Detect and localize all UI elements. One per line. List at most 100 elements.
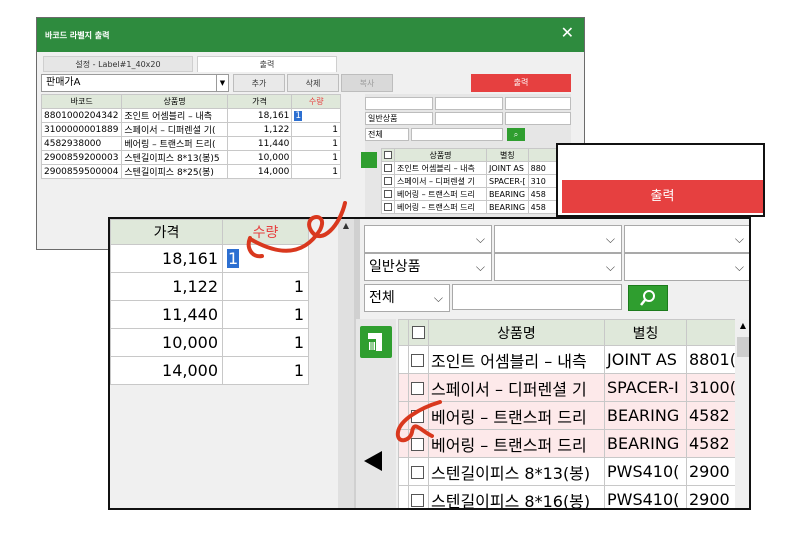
delete-button[interactable]: 삭제: [287, 74, 339, 92]
alias-cell: BEARING: [604, 429, 687, 458]
table-row[interactable]: 10,000 1: [110, 328, 309, 357]
chevron-down-icon: ⌵: [433, 291, 443, 305]
add-button[interactable]: 추가: [233, 74, 285, 92]
chevron-down-icon: ⌵: [475, 232, 485, 246]
row-checkbox[interactable]: [408, 485, 429, 508]
row-checkbox[interactable]: [381, 187, 395, 201]
row-checkbox[interactable]: [408, 401, 429, 430]
scope-select[interactable]: 전체: [365, 128, 409, 141]
product-table: 상품명 별칭 조인트 어셈블리 – 내측 JOINT AS 8801( 스페이서 –…: [398, 319, 739, 508]
filter-select-5[interactable]: [435, 112, 503, 125]
row-checkbox[interactable]: [381, 161, 395, 175]
print-button[interactable]: 출력: [471, 74, 571, 92]
table-row[interactable]: 스페이서 – 디퍼렌셜 기 SPACER-[310: [381, 174, 559, 188]
table-row[interactable]: 조인트 어셈블리 – 내측 JOINT AS 880: [381, 161, 559, 175]
qty-cell[interactable]: 1: [222, 300, 309, 329]
table-row[interactable]: 스페이서 – 디퍼렌셜 기 SPACER-I 3100(: [398, 373, 739, 402]
qty-cell[interactable]: 1: [291, 136, 341, 151]
name-cell: 조인트 어셈블리 – 내측: [428, 345, 605, 374]
filter-select-3[interactable]: [505, 97, 571, 110]
row-checkbox[interactable]: [408, 345, 429, 374]
product-scrollbar[interactable]: ▲: [735, 319, 749, 508]
qty-cell[interactable]: 1: [291, 122, 341, 137]
table-row[interactable]: 베어링 – 트랜스퍼 드리 BEARING 4582: [398, 429, 739, 458]
label-print-window: 바코드 라벨지 출력 ✕ 설정 - Label#1_40x20 출력 판매가A …: [36, 17, 585, 250]
print-button-zoomed[interactable]: 출력: [562, 180, 763, 213]
table-row[interactable]: 1,122 1: [110, 272, 309, 301]
alias-cell: PWS410(: [604, 457, 687, 486]
filter-select-6[interactable]: [505, 112, 571, 125]
filter-select-1[interactable]: [365, 97, 433, 110]
filter-select-5[interactable]: ⌵: [494, 253, 622, 281]
qty-cell[interactable]: 1: [222, 356, 309, 385]
qty-cell[interactable]: 1: [291, 164, 341, 179]
scroll-thumb[interactable]: [737, 337, 749, 357]
chevron-down-icon: ⌵: [605, 260, 615, 274]
table-row[interactable]: 베어링 – 트랜스퍼 드리 BEARING 458: [381, 200, 559, 214]
table-row[interactable]: 스텐길이피스 8*13(봉) PWS410(2900: [398, 457, 739, 486]
price-cell: 14,000: [110, 356, 223, 385]
col-alias: 별칭: [604, 319, 687, 346]
table-row[interactable]: 4582938000 베어링 – 트랜스퍼 드리(11,440 1: [40, 136, 341, 151]
select-all-checkbox[interactable]: [381, 148, 395, 162]
table-row[interactable]: 14,000 1: [110, 356, 309, 385]
tab-settings[interactable]: 설정 - Label#1_40x20: [43, 56, 193, 72]
row-checkbox[interactable]: [381, 200, 395, 214]
row-checkbox[interactable]: [381, 174, 395, 188]
table-row[interactable]: 11,440 1: [110, 300, 309, 329]
seller-select[interactable]: 판매가A ▼: [41, 74, 229, 92]
qty-value[interactable]: 1: [227, 249, 240, 268]
category-select[interactable]: 일반상품: [365, 112, 433, 125]
qty-value[interactable]: 1: [294, 110, 303, 121]
filter-select-2[interactable]: [435, 97, 503, 110]
alias-cell: BEARING: [604, 401, 687, 430]
row-checkbox[interactable]: [408, 457, 429, 486]
table-row[interactable]: 2900859500004 스텐길이피스 8*25(봉) 14,000 1: [40, 164, 341, 179]
tab-print[interactable]: 출력: [197, 56, 337, 72]
filter-select-2[interactable]: ⌵: [494, 225, 622, 253]
row-checkbox[interactable]: [408, 429, 429, 458]
name-cell: 베어링 – 트랜스퍼 드리: [394, 187, 487, 201]
table-row[interactable]: 2900859200003 스텐길이피스 8*13(봉)5 10,000 1: [40, 150, 341, 165]
search-input[interactable]: [452, 284, 622, 310]
move-left-arrow-icon[interactable]: [364, 451, 382, 471]
scroll-up-icon[interactable]: ▲: [338, 219, 354, 233]
qty-cell[interactable]: 1: [222, 328, 309, 357]
barcode-scanner-icon[interactable]: [360, 326, 392, 358]
category-select[interactable]: 일반상품 ⌵: [364, 253, 492, 281]
code-cell: 2900: [686, 457, 739, 486]
qty-cell[interactable]: 1: [291, 108, 341, 123]
price-cell: 10,000: [110, 328, 223, 357]
table-row[interactable]: 3100000001889 스페이서 – 디퍼렌셜 기(1,122 1: [40, 122, 341, 137]
close-icon[interactable]: ✕: [561, 23, 574, 43]
name-cell: 베어링 – 트랜스퍼 드리: [428, 429, 605, 458]
barcode-cell: 4582938000: [40, 136, 123, 151]
table-row[interactable]: 스텐길이피스 8*16(봉) PWS410(2900: [398, 485, 739, 508]
row-checkbox[interactable]: [408, 373, 429, 402]
vertical-scrollbar[interactable]: ▲: [338, 219, 354, 508]
table-row[interactable]: 18,161 1: [110, 244, 309, 273]
qty-cell[interactable]: 1: [291, 150, 341, 165]
search-input[interactable]: [411, 128, 503, 141]
filter-select-3[interactable]: ⌵: [624, 225, 749, 253]
search-icon[interactable]: ⌕: [507, 128, 525, 141]
select-all-checkbox[interactable]: [408, 319, 429, 346]
window-title: 바코드 라벨지 출력: [45, 31, 110, 40]
scanner-icon[interactable]: [361, 152, 377, 168]
qty-cell[interactable]: 1: [222, 244, 309, 273]
scope-select[interactable]: 전체 ⌵: [364, 284, 450, 312]
filter-select-6[interactable]: ⌵: [624, 253, 749, 281]
qty-cell[interactable]: 1: [222, 272, 309, 301]
table-row[interactable]: 베어링 – 트랜스퍼 드리 BEARING 4582: [398, 401, 739, 430]
copy-button[interactable]: 복사: [341, 74, 393, 92]
col-qty: 수량: [291, 94, 341, 109]
price-cell: 1,122: [110, 272, 223, 301]
search-button[interactable]: [628, 285, 668, 311]
name-cell: 스페이서 – 디퍼렌셜 기: [394, 174, 487, 188]
table-row[interactable]: 베어링 – 트랜스퍼 드리 BEARING 458: [381, 187, 559, 201]
filter-select-1[interactable]: ⌵: [364, 225, 492, 253]
scroll-up-icon[interactable]: ▲: [735, 319, 749, 333]
table-row[interactable]: 8801000204342 조인트 어셈블리 – 내측 18,161 1: [40, 108, 341, 123]
table-row[interactable]: 조인트 어셈블리 – 내측 JOINT AS 8801(: [398, 345, 739, 374]
name-cell: 스텐길이피스 8*16(봉): [428, 485, 605, 508]
